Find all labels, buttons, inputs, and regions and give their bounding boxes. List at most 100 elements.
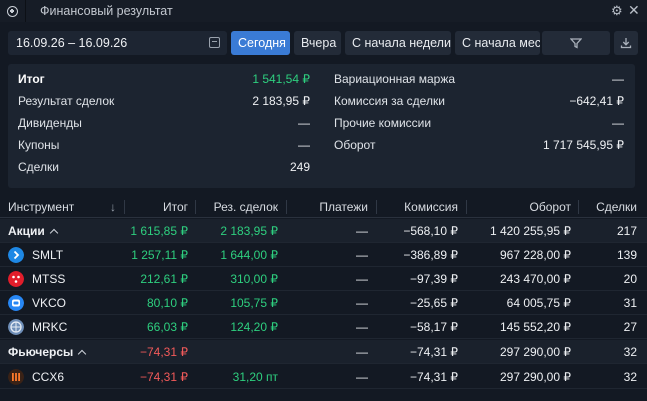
row-payments: — (356, 320, 368, 334)
summary-label: Комиссия за сделки (334, 94, 445, 108)
row-total: 80,10 ₽ (147, 296, 188, 310)
row-commission: −25,65 ₽ (409, 296, 458, 310)
mtss-logo-icon (8, 271, 24, 287)
plus-circle-icon (7, 5, 18, 17)
table-row-group-futures[interactable]: Фьючерсы −74,31 ₽ — −74,31 ₽ 297 290,00 … (0, 340, 647, 364)
column-header-instrument[interactable]: Инструмент (8, 200, 74, 214)
row-commission: −74,31 ₽ (409, 370, 458, 384)
column-divider[interactable] (124, 200, 125, 214)
chevron-up-icon[interactable] (78, 349, 87, 359)
smlt-logo-icon (8, 247, 24, 263)
column-divider[interactable] (286, 200, 287, 214)
column-header-deals[interactable]: Сделки (596, 200, 637, 214)
row-payments: — (356, 296, 368, 310)
download-icon (620, 38, 632, 49)
summary-value: — (298, 138, 310, 152)
window-title: Финансовый результат (40, 4, 173, 18)
summary-value: 249 (289, 160, 310, 174)
column-header-total[interactable]: Итог (163, 200, 188, 214)
column-header-commission[interactable]: Комиссия (404, 200, 458, 214)
table-row[interactable]: CCX6 −74,31 ₽ 31,20 пт — −74,31 ₽ 297 29… (0, 365, 647, 389)
summary-label: Вариационная маржа (334, 72, 456, 86)
period-week-button[interactable]: С начала недели (345, 31, 451, 55)
period-month-button[interactable]: С начала месяца (455, 31, 540, 55)
summary-value: 1 541,54 ₽ (252, 72, 310, 86)
mrkc-logo-icon (8, 319, 24, 335)
close-icon[interactable]: ✕ (628, 2, 640, 19)
row-result: 105,75 ₽ (230, 296, 278, 310)
summary-value: — (612, 116, 624, 130)
summary-value: 1 717 545,95 ₽ (542, 138, 624, 152)
row-turnover: 145 552,20 ₽ (499, 320, 571, 334)
row-deals: 32 (623, 345, 637, 359)
period-today-button[interactable]: Сегодня (231, 31, 290, 55)
row-instrument: MRKC (32, 320, 68, 334)
row-payments: — (356, 370, 368, 384)
filter-button[interactable] (542, 31, 610, 55)
table-header: Инструмент ↓ Итог Рез. сделок Платежи Ко… (0, 196, 647, 218)
summary-label: Итог (18, 72, 45, 86)
gear-icon[interactable]: ⚙ (611, 3, 623, 19)
column-header-turnover[interactable]: Оборот (530, 200, 571, 214)
summary-label: Купоны (18, 138, 60, 152)
summary-total-row: Итог 1 541,54 ₽ (18, 70, 310, 88)
row-deals: 32 (623, 370, 637, 384)
row-result: 1 644,00 ₽ (220, 248, 278, 262)
table-row[interactable]: MRKC 66,03 ₽ 124,20 ₽ — −58,17 ₽ 145 552… (0, 315, 647, 339)
row-instrument: MTSS (32, 272, 66, 286)
sort-down-icon[interactable]: ↓ (110, 200, 116, 214)
window-titlebar: Финансовый результат ⚙ ✕ (0, 0, 647, 22)
summary-label: Оборот (334, 138, 376, 152)
row-instrument: VKCO (32, 296, 67, 310)
summary-result-row: Результат сделок 2 183,95 ₽ (18, 92, 310, 110)
row-result: 2 183,95 ₽ (220, 224, 278, 238)
column-header-payments[interactable]: Платежи (319, 200, 368, 214)
summary-other-commission-row: Прочие комиссии — (334, 114, 624, 132)
row-commission: −74,31 ₽ (409, 345, 458, 359)
summary-value: −642,41 ₽ (569, 94, 624, 108)
chevron-up-icon[interactable] (49, 228, 59, 238)
ccx6-logo-icon (8, 369, 24, 385)
filter-icon (570, 38, 582, 49)
row-turnover: 297 290,00 ₽ (499, 370, 571, 384)
row-commission: −97,39 ₽ (409, 272, 458, 286)
row-instrument: SMLT (32, 248, 64, 262)
period-yesterday-button[interactable]: Вчера (294, 31, 341, 55)
table-row[interactable]: SMLT 1 257,11 ₽ 1 644,00 ₽ — −386,89 ₽ 9… (0, 243, 647, 267)
summary-label: Результат сделок (18, 94, 115, 108)
row-deals: 217 (616, 224, 637, 238)
table-row-group-stocks[interactable]: Акции 1 615,85 ₽ 2 183,95 ₽ — −568,10 ₽ … (0, 219, 647, 243)
summary-commission-row: Комиссия за сделки −642,41 ₽ (334, 92, 624, 110)
calendar-icon[interactable] (209, 37, 220, 48)
column-divider[interactable] (195, 200, 196, 214)
column-divider[interactable] (376, 200, 377, 214)
row-deals: 31 (623, 296, 637, 310)
column-header-result[interactable]: Рез. сделок (214, 200, 278, 214)
row-commission: −568,10 ₽ (403, 224, 458, 238)
date-range-value: 16.09.26 – 16.09.26 (16, 36, 128, 50)
row-deals: 27 (623, 320, 637, 334)
row-commission: −58,17 ₽ (409, 320, 458, 334)
row-result: 310,00 ₽ (230, 272, 278, 286)
row-total: −74,31 ₽ (139, 370, 188, 384)
filter-bar: 16.09.26 – 16.09.26 Сегодня Вчера С нача… (0, 22, 647, 62)
row-deals: 139 (616, 248, 637, 262)
column-divider[interactable] (466, 200, 467, 214)
summary-label: Дивиденды (18, 116, 82, 130)
column-divider[interactable] (578, 200, 579, 214)
table-row[interactable]: VKCO 80,10 ₽ 105,75 ₽ — −25,65 ₽ 64 005,… (0, 291, 647, 315)
row-result: 124,20 ₽ (230, 320, 278, 334)
table-row[interactable]: MTSS 212,61 ₽ 310,00 ₽ — −97,39 ₽ 243 47… (0, 267, 647, 291)
add-widget-button[interactable] (0, 0, 26, 22)
summary-value: — (612, 72, 624, 86)
download-button[interactable] (614, 31, 638, 55)
row-turnover: 967 228,00 ₽ (499, 248, 571, 262)
date-range-input[interactable]: 16.09.26 – 16.09.26 (8, 31, 227, 55)
summary-coupons-row: Купоны — (18, 136, 310, 154)
summary-deals-row: Сделки 249 (18, 158, 310, 176)
row-instrument: Фьючерсы (8, 345, 87, 359)
row-turnover: 64 005,75 ₽ (506, 296, 571, 310)
row-commission: −386,89 ₽ (403, 248, 458, 262)
row-turnover: 297 290,00 ₽ (499, 345, 571, 359)
row-payments: — (356, 224, 368, 238)
